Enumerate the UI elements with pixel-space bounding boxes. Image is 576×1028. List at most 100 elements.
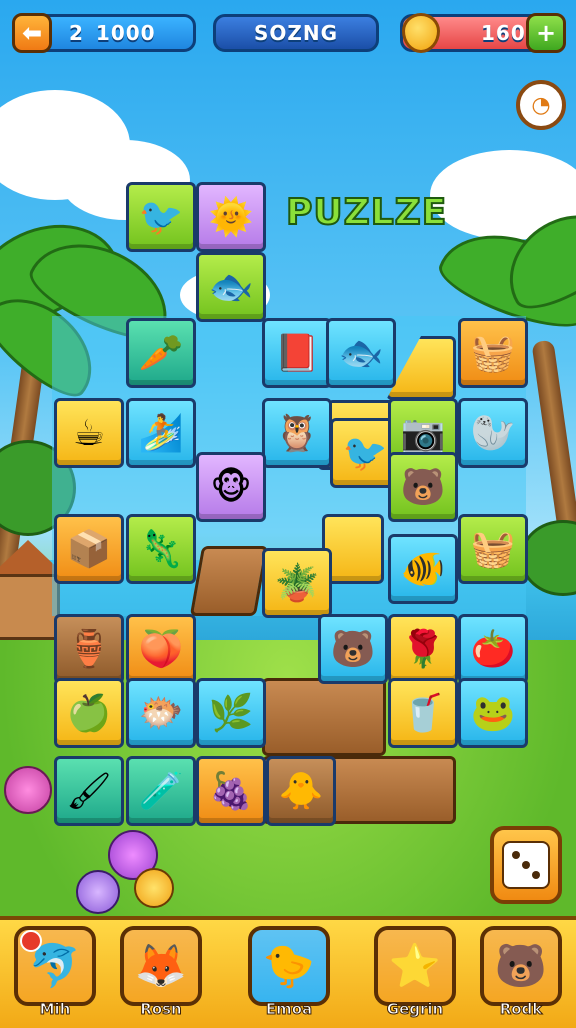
power-up-button[interactable]: 🦊 xyxy=(120,926,202,1006)
puzzle-tile[interactable]: 🐸 xyxy=(458,678,528,748)
score-multiplier: 2 xyxy=(69,21,84,45)
drink-icon: 🥤 xyxy=(400,693,446,734)
score-value: 1000 xyxy=(95,21,156,45)
puzzle-tile[interactable]: 🧪 xyxy=(126,756,196,826)
basket-icon: 🧺 xyxy=(470,333,516,374)
rock-slab xyxy=(189,546,269,616)
bear-face-icon: 🐻 xyxy=(400,467,446,508)
owl-icon: 🦉 xyxy=(274,413,320,454)
paint-tube-icon: 🧪 xyxy=(138,771,184,812)
power-up-button[interactable]: 🐤 xyxy=(248,926,330,1006)
puzzle-tile[interactable]: 🥤 xyxy=(388,678,458,748)
back-button[interactable]: ⬅ xyxy=(12,13,52,53)
flower xyxy=(76,870,120,914)
level-name-banner: SOZNG xyxy=(213,14,379,52)
puzzle-tile[interactable]: 🐥 xyxy=(266,756,336,826)
power-up-button[interactable]: ⭐ xyxy=(374,926,456,1006)
fish-icon: 🐟 xyxy=(208,267,254,308)
puzzle-tile[interactable]: 🐠 xyxy=(388,534,458,604)
puzzle-tile[interactable]: 🌹 xyxy=(388,614,458,684)
dice-icon xyxy=(502,841,550,889)
fox-icon: 🦊 xyxy=(134,941,188,990)
plus-icon: + xyxy=(535,19,557,47)
power-up-label: Emoa xyxy=(265,1000,313,1019)
peach-icon: 🍑 xyxy=(138,629,184,670)
brush-icon: 🖌 xyxy=(66,771,112,812)
red-fish-icon: 🐠 xyxy=(400,549,446,590)
power-up-button[interactable]: 🐻 xyxy=(480,926,562,1006)
blue-fish-icon: 🐟 xyxy=(338,333,384,374)
puzzle-tile[interactable]: ☕ xyxy=(54,398,124,468)
puzzle-tile[interactable]: 🧺 xyxy=(458,318,528,388)
purple-bird-icon: 🐦 xyxy=(138,197,184,238)
puzzle-tile[interactable]: 🦉 xyxy=(262,398,332,468)
seal-icon: 🦭 xyxy=(470,413,516,454)
bear-icon: 🐻 xyxy=(494,941,548,990)
carrot-icon: 🥕 xyxy=(138,333,184,374)
flower xyxy=(134,868,174,908)
puzzle-tile[interactable]: 🖌 xyxy=(54,756,124,826)
notification-badge xyxy=(20,930,42,952)
star-creature-icon: ⭐ xyxy=(388,941,442,990)
puzzle-tile[interactable]: 🥕 xyxy=(126,318,196,388)
puzzle-tile[interactable]: 🏄 xyxy=(126,398,196,468)
power-up-label: Mih xyxy=(39,1000,71,1019)
puzzle-tile[interactable]: 🍇 xyxy=(196,756,266,826)
game-title: PUZLZE xyxy=(285,191,448,234)
tomato-icon: 🍅 xyxy=(470,629,516,670)
red-book-icon: 📕 xyxy=(274,333,320,374)
sun-face-icon: 🌞 xyxy=(208,197,254,238)
surfboard-icon: 🏄 xyxy=(138,413,184,454)
goldfish-icon: 🐡 xyxy=(138,693,184,734)
blue-bird-icon: 🐦 xyxy=(342,433,388,474)
puzzle-tile[interactable]: 🦎 xyxy=(126,514,196,584)
dirt-block xyxy=(262,678,386,756)
timer-button[interactable]: ◔ xyxy=(516,80,566,130)
berries-icon: 🍇 xyxy=(208,771,254,812)
frog-icon: 🐸 xyxy=(470,693,516,734)
puzzle-tile[interactable]: 📦 xyxy=(54,514,124,584)
coin-value: 160 xyxy=(481,21,526,45)
vase-icon: 🏺 xyxy=(66,629,112,670)
power-up-label: Gegrin xyxy=(386,1000,444,1019)
puzzle-tile[interactable]: 🐡 xyxy=(126,678,196,748)
puzzle-tile[interactable]: 📕 xyxy=(262,318,332,388)
chick-icon: 🐤 xyxy=(262,941,316,990)
puzzle-tile[interactable]: 🐻 xyxy=(318,614,388,684)
leaf-icon: 🌿 xyxy=(208,693,254,734)
clock-icon: ◔ xyxy=(531,92,551,118)
chick-icon: 🐥 xyxy=(278,771,324,812)
hut xyxy=(0,540,66,640)
level-name: SOZNG xyxy=(253,21,339,45)
lizard-icon: 🦎 xyxy=(138,529,184,570)
puzzle-tile[interactable]: 🏺 xyxy=(54,614,124,684)
puzzle-tile[interactable]: 🐟 xyxy=(196,252,266,322)
puzzle-tile[interactable]: 🐵 xyxy=(196,452,266,522)
vegetable-basket-icon: 🧺 xyxy=(470,529,516,570)
puzzle-tile[interactable]: 🧺 xyxy=(458,514,528,584)
puzzle-tile[interactable]: 🦭 xyxy=(458,398,528,468)
cup-icon: ☕ xyxy=(72,412,106,454)
blue-bear-icon: 🐻 xyxy=(330,629,376,670)
puzzle-tile[interactable]: 🍅 xyxy=(458,614,528,684)
rose-icon: 🌹 xyxy=(400,629,446,670)
add-coins-button[interactable]: + xyxy=(526,13,566,53)
puzzle-tile[interactable]: 🍏 xyxy=(54,678,124,748)
apple-icon: 🍏 xyxy=(66,693,112,734)
power-up-label: Rodk xyxy=(499,1000,543,1019)
puzzle-tile[interactable]: 🐟 xyxy=(326,318,396,388)
puzzle-tile[interactable]: 🌞 xyxy=(196,182,266,252)
flower xyxy=(4,766,52,814)
puzzle-tile[interactable]: 🐻 xyxy=(388,452,458,522)
power-up-label: Rosn xyxy=(140,1000,182,1019)
puzzle-tile[interactable]: 🪴 xyxy=(262,548,332,618)
puzzle-tile[interactable]: 🌿 xyxy=(196,678,266,748)
arrow-left-icon: ⬅ xyxy=(21,19,43,47)
camera-icon: 📷 xyxy=(400,413,446,454)
monkey-icon: 🐵 xyxy=(210,466,252,508)
shuffle-dice-button[interactable] xyxy=(490,826,562,904)
plant-pot-icon: 🪴 xyxy=(274,563,320,604)
puzzle-tile[interactable]: 🐦 xyxy=(126,182,196,252)
puzzle-tile[interactable]: 🍑 xyxy=(126,614,196,684)
purple-box-icon: 📦 xyxy=(66,529,112,570)
